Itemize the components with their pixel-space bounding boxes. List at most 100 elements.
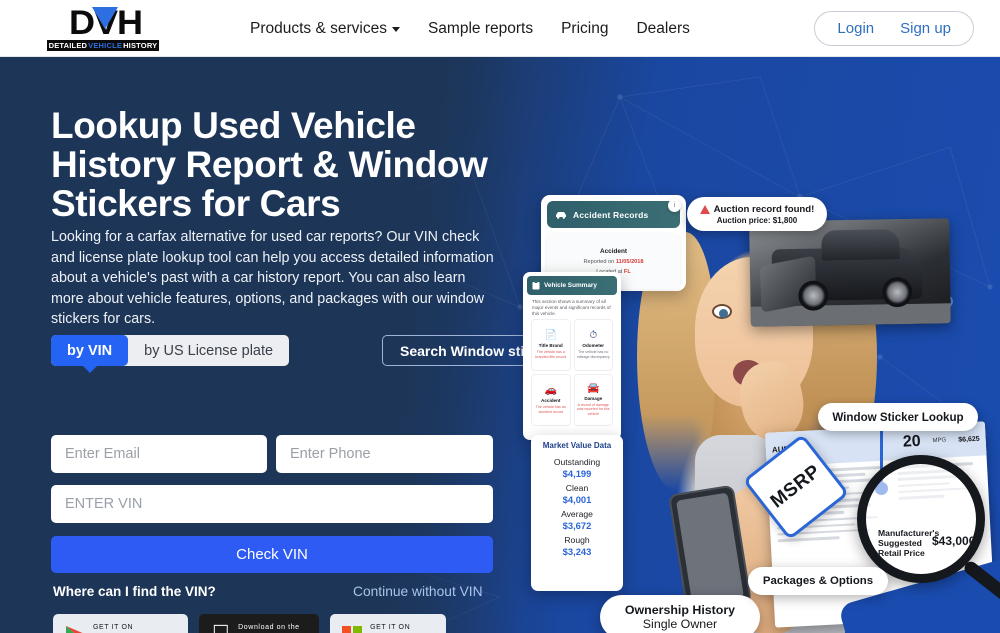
auction-record-pill: Auction record found! Auction price: $1,… <box>687 197 827 231</box>
market-value-row-average: Average $3,672 <box>561 505 593 531</box>
logo-tagline-pre: DETAILED <box>48 41 88 50</box>
msrp-price-value: $43,000.00 <box>932 534 979 548</box>
continue-without-vin-link[interactable]: Continue without VIN <box>353 584 483 599</box>
row-value: $3,243 <box>562 546 592 557</box>
tab-by-vin[interactable]: by VIN <box>51 335 129 366</box>
reported-date: 11/05/2018 <box>615 259 644 265</box>
site-header: DVH DETAILED VEHICLE HISTORY Products & … <box>0 0 1000 57</box>
row-value: $4,199 <box>562 468 592 479</box>
cell-label: Odometer <box>582 343 605 349</box>
summary-card-title: Vehicle Summary <box>544 282 597 289</box>
auction-title-row: Auction record found! <box>699 203 815 215</box>
nav-item-dealers[interactable]: Dealers <box>636 20 689 38</box>
phone-field[interactable] <box>276 435 493 473</box>
row-label: Average <box>561 509 593 519</box>
nav-label: Sample reports <box>427 19 534 37</box>
vin-field[interactable] <box>51 485 493 523</box>
accident-car-icon <box>556 211 566 219</box>
badge-small-label: GET IT ON <box>351 623 410 631</box>
row-value: $4,001 <box>562 494 592 505</box>
google-play-icon <box>65 625 85 633</box>
auction-title: Auction record found! <box>713 203 815 215</box>
sticker-price-small: $6,625 <box>958 435 980 444</box>
damage-icon: 🚘 <box>587 382 600 394</box>
reported-prefix: Reported on <box>583 259 616 265</box>
row-label: Clean <box>565 483 589 493</box>
msrp-line-2: Suggested <box>878 538 922 548</box>
window-sticker-lookup-pill: Window Sticker Lookup <box>818 403 978 431</box>
landing-page: DVH DETAILED VEHICLE HISTORY Products & … <box>0 0 1000 633</box>
chevron-down-icon <box>391 27 400 32</box>
check-vin-button[interactable]: Check VIN <box>51 536 493 573</box>
auth-group: Login Sign up <box>814 11 974 46</box>
nav-item-products-services[interactable]: Products & services <box>250 20 400 38</box>
cell-sub: The vehicle has no mileage discrepancy <box>576 350 610 359</box>
accident-card-title: Accident Records <box>573 209 649 220</box>
hero-collage: i Accident Records Accident Reported on … <box>505 57 1000 633</box>
summary-grid: 📄 Title Brand The vehicle has a branded … <box>527 319 617 426</box>
accident-reported: Reported on 11/05/2018 <box>583 259 643 265</box>
logo-tagline-highlight: VEHICLE <box>88 41 123 50</box>
row-label: Rough <box>564 535 590 545</box>
nav-label: Products & services <box>250 19 387 37</box>
badge-small-label: Download on the <box>219 623 299 631</box>
summary-cell-odometer: ⏱ Odometer The vehicle has no mileage di… <box>573 319 613 371</box>
badge-small-label: GET IT ON <box>93 623 134 631</box>
market-value-row-rough: Rough $3,243 <box>563 531 592 557</box>
cell-sub: The vehicle has an accident record <box>535 405 566 414</box>
info-badge-icon: i <box>668 199 681 212</box>
email-field[interactable] <box>51 435 267 473</box>
windows-icon <box>342 625 363 633</box>
summary-cell-title-brand: 📄 Title Brand The vehicle has a branded … <box>531 319 571 371</box>
cell-label: Title Brand <box>538 343 563 349</box>
accident-title: Accident <box>600 248 627 255</box>
eye-left <box>712 304 732 319</box>
msrp-line-3: Retail Price <box>878 548 925 558</box>
cell-sub: The vehicle has a branded title record <box>535 350 567 359</box>
cell-label: Accident <box>541 398 561 404</box>
google-play-badge[interactable]: GET IT ON Google Play <box>53 614 189 633</box>
tab-by-license-plate[interactable]: by US License plate <box>128 335 289 366</box>
title-brand-icon: 📄 <box>544 330 557 342</box>
packages-options-pill: Packages & Options <box>748 567 888 595</box>
ownership-title: Ownership History <box>624 603 736 617</box>
market-value-card: Market Value Data Outstanding $4,199 Cle… <box>531 435 623 591</box>
row-label: Outstanding <box>553 457 601 467</box>
sticker-mpg-label: MPG <box>932 437 947 445</box>
badge-text: GET IT ON Google Play <box>93 623 177 633</box>
summary-card-header: Vehicle Summary <box>527 276 617 295</box>
ownership-subtitle: Single Owner <box>642 617 718 631</box>
located-value: FL <box>623 269 631 275</box>
summary-cell-accident: 🚗 Accident The vehicle has an accident r… <box>531 374 571 426</box>
nav-item-sample-reports[interactable]: Sample reports <box>428 20 533 38</box>
msrp-line-1: Manufacturer's <box>878 528 940 538</box>
windows-badge[interactable]: GET IT ON Windows <box>330 614 446 633</box>
sticker-mpg: 20 <box>902 432 922 451</box>
logo-mark: DVH <box>47 6 159 40</box>
where-find-vin-link[interactable]: Where can I find the VIN? <box>53 584 216 599</box>
logo-tagline-post: HISTORY <box>123 41 158 50</box>
accident-icon: 🚗 <box>544 385 557 397</box>
logo-triangle-icon <box>92 7 118 29</box>
nav-label: Dealers <box>636 19 690 37</box>
magnifier-lens: Manufacturer's Suggested Retail Price $4… <box>857 455 985 583</box>
main-nav: Products & services Sample reports Prici… <box>250 0 690 57</box>
auction-price: Auction price: $1,800 <box>716 215 798 225</box>
summary-description: This section shows a summary of all majo… <box>532 299 611 316</box>
nav-item-pricing[interactable]: Pricing <box>561 20 608 38</box>
hero-description: Looking for a carfax alternative for use… <box>51 229 494 327</box>
vehicle-summary-card: Vehicle Summary This section shows a sum… <box>523 272 621 440</box>
tab-group: by VIN by US License plate <box>51 335 290 366</box>
nav-label: Pricing <box>561 19 609 37</box>
site-logo[interactable]: DVH DETAILED VEHICLE HISTORY <box>47 6 159 51</box>
app-store-badge[interactable]:  Download on the App Store <box>199 614 320 633</box>
cell-sub: A record of damage was reported for this… <box>576 402 610 416</box>
login-link[interactable]: Login <box>837 20 874 37</box>
cell-label: Damage <box>584 395 603 401</box>
signup-link[interactable]: Sign up <box>900 20 951 37</box>
summary-cell-damage: 🚘 Damage A record of damage was reported… <box>573 374 613 426</box>
car-wheel-rear <box>882 276 913 308</box>
wrecked-car-photo <box>749 218 951 327</box>
msrp-label-lines: Manufacturer's Suggested Retail Price <box>878 528 939 558</box>
app-store-badges: GET IT ON Google Play  Download on the … <box>53 614 446 633</box>
